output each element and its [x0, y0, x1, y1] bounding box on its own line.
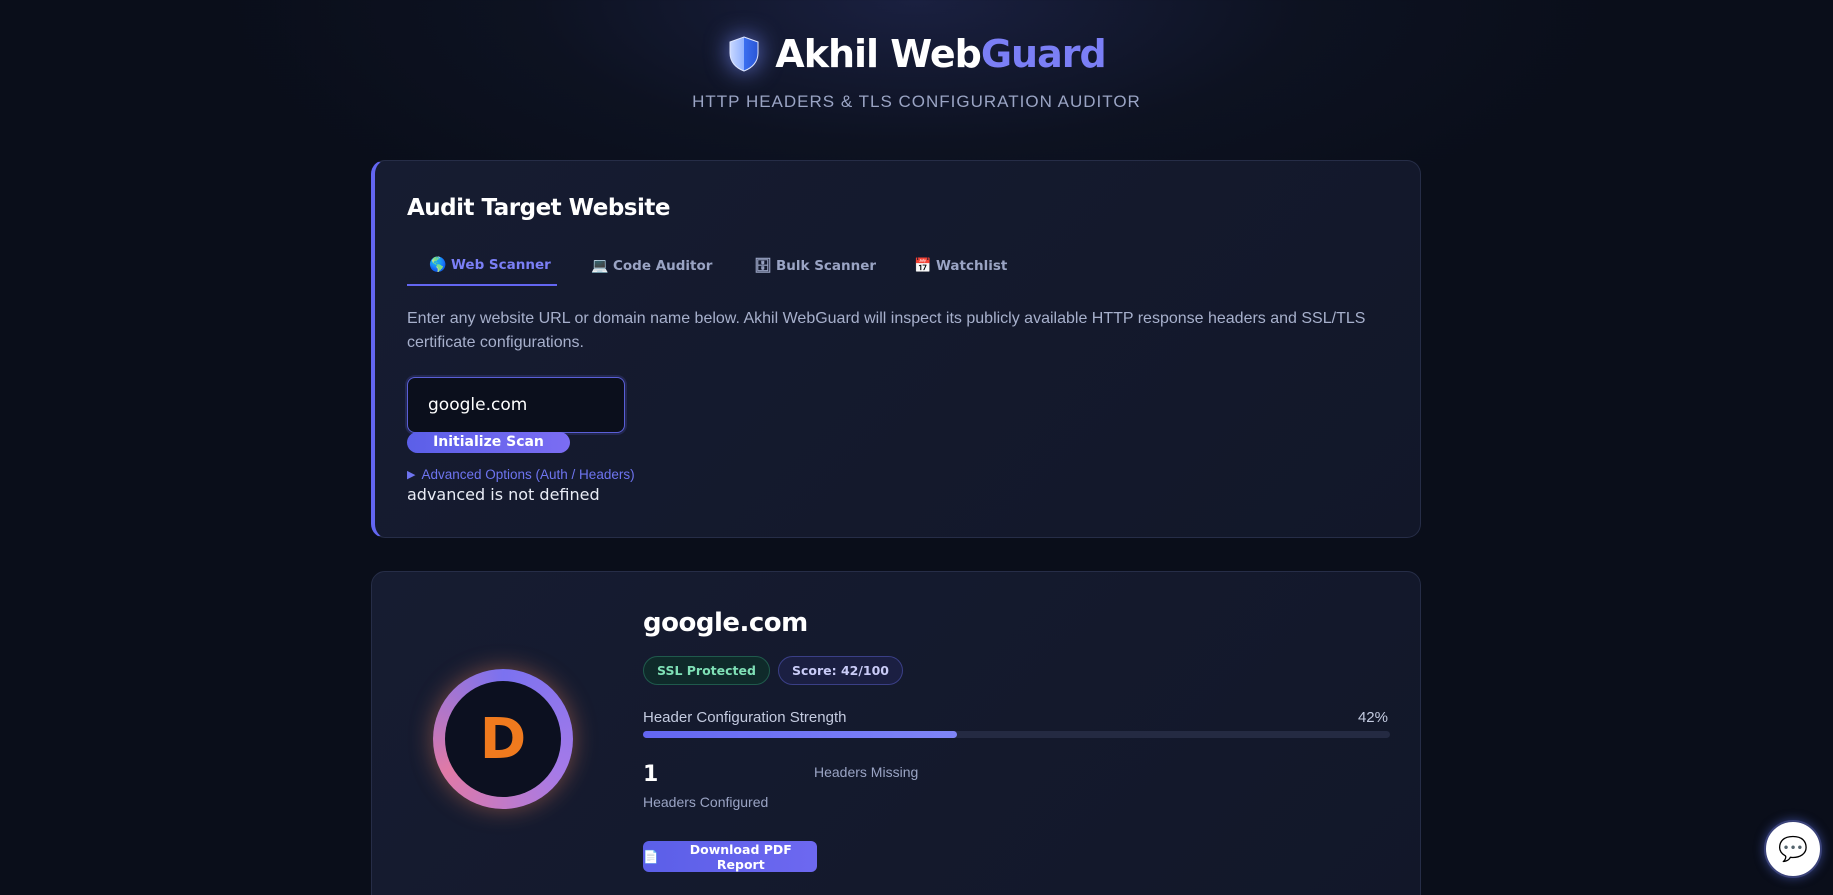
download-pdf-button[interactable]: 📄 Download PDF Report	[643, 841, 817, 872]
result-badges: SSL Protected Score: 42/100	[643, 656, 903, 685]
brand: Akhil WebGuard	[0, 32, 1833, 76]
error-message: advanced is not defined	[407, 485, 600, 504]
score-badge: Score: 42/100	[777, 656, 903, 685]
strength-percent: 42%	[1357, 709, 1388, 726]
scanner-tabs: 🌎 Web Scanner 💻 Code Auditor 🗄 Bulk Scan…	[407, 246, 1034, 286]
audit-title: Audit Target Website	[407, 195, 670, 221]
document-icon: 📄	[643, 848, 659, 864]
headers-configured-count: 1	[643, 762, 659, 787]
strength-label: Header Configuration Strength	[643, 709, 847, 726]
calendar-icon: 📅	[914, 258, 932, 274]
shield-icon	[729, 36, 759, 72]
headers-configured-label: Headers Configured	[643, 794, 769, 810]
tab-code-auditor[interactable]: 💻 Code Auditor	[557, 246, 722, 286]
tab-bulk-scanner[interactable]: 🗄 Bulk Scanner	[722, 246, 884, 286]
tab-watchlist[interactable]: 📅 Watchlist	[884, 246, 1034, 286]
url-input[interactable]	[407, 377, 625, 433]
audit-card: Audit Target Website 🌎 Web Scanner 💻 Cod…	[371, 160, 1421, 538]
laptop-icon: 💻	[591, 258, 609, 274]
chat-button[interactable]: 💬	[1764, 820, 1822, 878]
grade-ring: D	[433, 669, 573, 809]
initialize-scan-button[interactable]: Initialize Scan	[407, 432, 570, 453]
server-icon: 🗄	[754, 258, 772, 274]
brand-subtitle: HTTP HEADERS & TLS CONFIGURATION AUDITOR	[692, 92, 1141, 111]
ssl-badge: SSL Protected	[643, 656, 770, 685]
strength-progress-bar	[643, 731, 1390, 738]
chat-bubble-icon: 💬	[1778, 835, 1808, 863]
brand-title: Akhil WebGuard	[775, 32, 1106, 76]
globe-icon: 🌎	[429, 257, 447, 273]
grade-letter: D	[479, 706, 527, 772]
tab-web-scanner[interactable]: 🌎 Web Scanner	[407, 246, 557, 286]
headers-missing-label: Headers Missing	[814, 764, 919, 780]
scanner-description: Enter any website URL or domain name bel…	[407, 310, 1366, 351]
scanned-domain: google.com	[643, 608, 808, 638]
result-card: D google.com SSL Protected Score: 42/100…	[371, 571, 1421, 895]
strength-progress-fill	[643, 731, 957, 738]
triangle-right-icon: ▶	[407, 469, 416, 481]
advanced-options-toggle[interactable]: ▶ Advanced Options (Auth / Headers)	[407, 467, 635, 482]
